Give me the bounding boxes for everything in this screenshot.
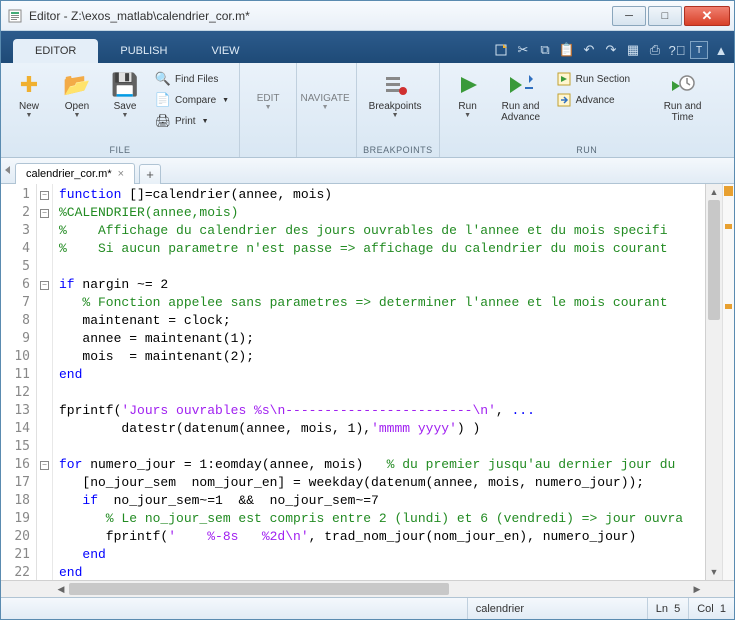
run-time-icon bbox=[669, 71, 697, 99]
dropdown-icon: ▼ bbox=[74, 112, 81, 119]
scroll-thumb[interactable] bbox=[708, 200, 720, 320]
breakpoints-icon bbox=[381, 71, 409, 99]
close-button[interactable]: ✕ bbox=[684, 6, 730, 26]
qat-icon-3[interactable]: ⧉ bbox=[536, 41, 554, 59]
scroll-up-icon[interactable]: ▲ bbox=[706, 184, 722, 200]
toolstrip: ✚ New ▼ 📂 Open ▼ 💾 Save ▼ 🔍Find Files 📄C… bbox=[1, 63, 734, 158]
horizontal-scrollbar[interactable]: ◀ ▶ bbox=[53, 581, 705, 597]
add-tab-button[interactable]: + bbox=[139, 164, 161, 184]
save-button[interactable]: 💾 Save ▼ bbox=[103, 67, 147, 119]
print-button[interactable]: 🖨Print▼ bbox=[151, 111, 233, 131]
new-icon: ✚ bbox=[15, 71, 43, 99]
find-icon: 🔍 bbox=[155, 71, 171, 87]
run-and-advance-button[interactable]: Run and Advance bbox=[494, 67, 548, 123]
title-bar: Editor - Z:\exos_matlab\calendrier_cor.m… bbox=[1, 1, 734, 31]
run-section-icon bbox=[556, 71, 572, 87]
warning-mark[interactable] bbox=[725, 224, 732, 229]
fold-column[interactable]: −− − − bbox=[37, 184, 53, 580]
run-advance-icon bbox=[507, 71, 535, 99]
run-button[interactable]: Run ▼ bbox=[446, 67, 490, 119]
open-icon: 📂 bbox=[63, 71, 91, 99]
line-number-gutter: 12345678910111213141516171819202122 bbox=[1, 184, 37, 580]
find-files-button[interactable]: 🔍Find Files bbox=[151, 69, 233, 89]
qat-icon-1[interactable] bbox=[492, 41, 510, 59]
status-line: Ln 5 bbox=[647, 598, 689, 619]
run-and-time-button[interactable]: Run and Time bbox=[656, 67, 710, 123]
app-icon bbox=[7, 8, 23, 24]
compare-icon: 📄 bbox=[155, 92, 171, 108]
navigate-menu[interactable]: NAVIGATE ▼ bbox=[303, 67, 347, 111]
help-icon[interactable]: ?⃝ bbox=[668, 41, 686, 59]
breakpoints-button[interactable]: Breakpoints ▼ bbox=[363, 67, 427, 119]
scroll-right-icon[interactable]: ▶ bbox=[689, 581, 705, 597]
group-run: Run ▼ Run and Advance Run Section Advanc… bbox=[440, 63, 734, 157]
undo-icon[interactable]: ↶ bbox=[580, 41, 598, 59]
window-title: Editor - Z:\exos_matlab\calendrier_cor.m… bbox=[29, 9, 610, 23]
tab-editor[interactable]: EDITOR bbox=[13, 39, 98, 63]
new-button[interactable]: ✚ New ▼ bbox=[7, 67, 51, 119]
cut-icon[interactable]: ✂ bbox=[514, 41, 532, 59]
file-tab-label: calendrier_cor.m* bbox=[26, 168, 112, 180]
hscroll-thumb[interactable] bbox=[69, 583, 449, 595]
compare-button[interactable]: 📄Compare▼ bbox=[151, 90, 233, 110]
warning-mark[interactable] bbox=[725, 304, 732, 309]
qat-icon-7[interactable]: ▦ bbox=[624, 41, 642, 59]
scroll-down-icon[interactable]: ▼ bbox=[706, 564, 722, 580]
edit-menu[interactable]: EDIT ▼ bbox=[246, 67, 290, 111]
dropdown-icon: ▼ bbox=[122, 112, 129, 119]
status-function: calendrier bbox=[467, 598, 647, 619]
code-editor[interactable]: 12345678910111213141516171819202122 −− −… bbox=[1, 184, 734, 580]
dropdown-icon: ▼ bbox=[26, 112, 33, 119]
paste-icon[interactable]: 📋 bbox=[558, 41, 576, 59]
vertical-scrollbar[interactable]: ▲ ▼ bbox=[705, 184, 722, 580]
message-bar[interactable] bbox=[722, 184, 734, 580]
group-file: ✚ New ▼ 📂 Open ▼ 💾 Save ▼ 🔍Find Files 📄C… bbox=[1, 63, 240, 157]
print-qat-icon[interactable]: ⎙ bbox=[646, 41, 664, 59]
redo-icon[interactable]: ↷ bbox=[602, 41, 620, 59]
close-tab-icon[interactable]: × bbox=[118, 168, 124, 180]
scroll-left-icon[interactable]: ◀ bbox=[53, 581, 69, 597]
run-section-button[interactable]: Run Section bbox=[552, 69, 652, 89]
qat-toggle[interactable]: T bbox=[690, 41, 708, 59]
group-navigate: NAVIGATE ▼ bbox=[297, 63, 357, 157]
group-breakpoints: Breakpoints ▼ BREAKPOINTS bbox=[357, 63, 440, 157]
horizontal-scrollbar-row: ◀ ▶ bbox=[1, 580, 734, 597]
tab-publish[interactable]: PUBLISH bbox=[98, 39, 189, 63]
status-col: Col 1 bbox=[688, 598, 734, 619]
run-icon bbox=[454, 71, 482, 99]
file-tab-strip: calendrier_cor.m* × + bbox=[1, 158, 734, 184]
print-icon: 🖨 bbox=[155, 113, 171, 129]
status-bar: calendrier Ln 5 Col 1 bbox=[1, 597, 734, 619]
warning-summary-icon[interactable] bbox=[724, 186, 733, 196]
collapse-ribbon-icon[interactable]: ▲ bbox=[712, 41, 730, 59]
code-area[interactable]: function []=calendrier(annee, mois)%CALE… bbox=[53, 184, 705, 580]
group-edit: EDIT ▼ bbox=[240, 63, 297, 157]
file-tab[interactable]: calendrier_cor.m* × bbox=[15, 163, 135, 184]
minimize-button[interactable]: ─ bbox=[612, 6, 646, 26]
ribbon-tab-strip: EDITOR PUBLISH VIEW ✂ ⧉ 📋 ↶ ↷ ▦ ⎙ ?⃝ T ▲ bbox=[1, 31, 734, 63]
maximize-button[interactable]: □ bbox=[648, 6, 682, 26]
open-button[interactable]: 📂 Open ▼ bbox=[55, 67, 99, 119]
advance-icon bbox=[556, 92, 572, 108]
save-icon: 💾 bbox=[111, 71, 139, 99]
tab-view[interactable]: VIEW bbox=[189, 39, 261, 63]
advance-button[interactable]: Advance bbox=[552, 90, 652, 110]
